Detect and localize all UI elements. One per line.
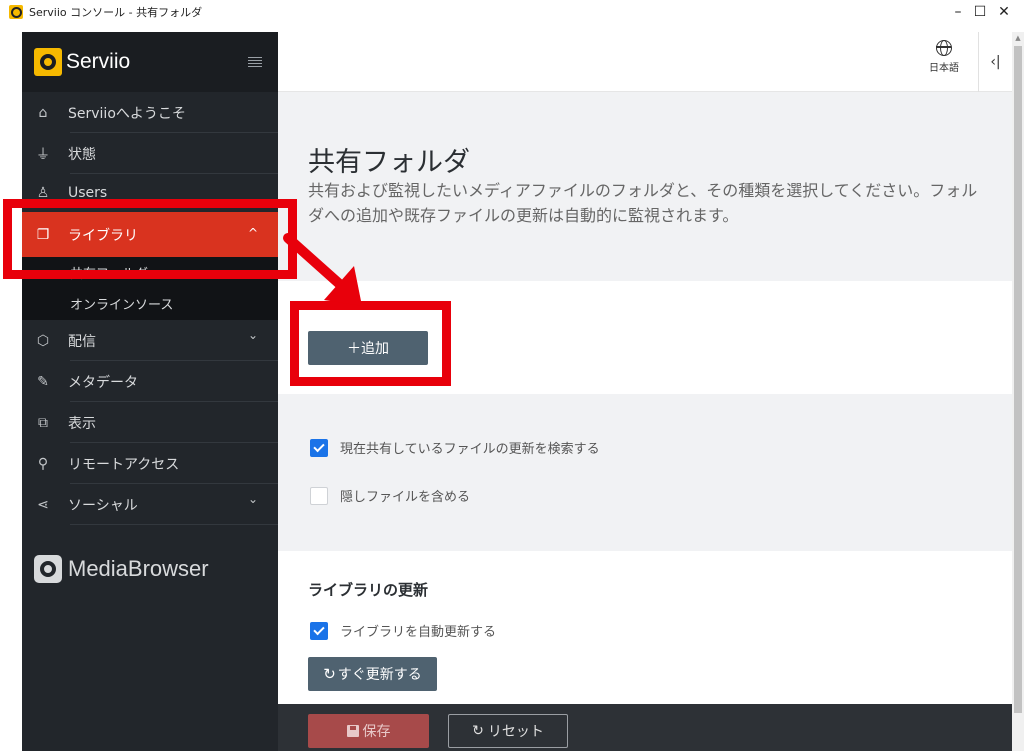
globe-icon [936,40,952,56]
auto-update-checkbox[interactable] [310,621,328,640]
sidebar-item-label: ソーシャル [68,497,138,514]
sidebar-item-social[interactable]: ⋖ ソーシャル ⌄ [22,484,278,525]
reset-button[interactable]: ↻ リセット [448,714,568,748]
brand-name: Serviio [66,50,131,73]
library-update-title: ライブラリの更新 [308,581,429,599]
box-icon: ⬡ [36,332,50,349]
sidebar-item-welcome[interactable]: ⌂ Serviioへようこそ [22,92,278,133]
options-section: 現在共有しているファイルの更新を検索する 隠しファイルを含める [278,394,1012,551]
floppy-disk-icon [346,725,359,737]
annotation-arrow-icon [283,233,362,306]
sidebar-menu: ⌂ Serviioへようこそ ⏚ 状態 ♙ Users ❐ ライブラリ ^ 共有… [22,92,278,525]
sidebar-item-label: リモートアクセス [68,456,180,473]
panel-collapse-icon[interactable]: ‹| [978,32,1012,92]
annotation-highlight-library [3,199,297,279]
sidebar-item-label: Serviioへようこそ [68,105,186,122]
vertical-scrollbar[interactable]: ▲ [1012,32,1024,751]
check-updates-label: 現在共有しているファイルの更新を検索する [340,442,600,457]
home-icon: ⌂ [38,104,48,121]
scroll-up-arrow-icon[interactable]: ▲ [1012,32,1024,44]
reset-label: リセット [487,724,544,740]
chevron-down-icon: ⌄ [247,328,258,342]
language-label: 日本語 [929,63,959,74]
sidebar-item-metadata[interactable]: ✎ メタデータ [22,361,278,402]
serviio-logo-icon [34,48,62,76]
main-content: 共有フォルダ 共有および監視したいメディアファイルのフォルダと、その種類を選択し… [278,92,1012,704]
hamburger-menu-icon[interactable] [248,56,262,68]
library-update-section: ライブラリの更新 ライブラリを自動更新する ↻ すぐ更新する [278,551,1012,704]
annotation-highlight-add [290,301,451,386]
divider [70,524,278,525]
refresh-icon: ↻ [323,665,336,683]
refresh-now-button[interactable]: ↻ すぐ更新する [308,657,437,691]
check-updates-checkbox[interactable] [310,438,328,457]
share-icon: ⋖ [37,496,49,513]
sidebar-item-label: 配信 [68,333,96,350]
sidebar-brand: Serviio [22,32,278,92]
page-title: 共有フォルダ [308,147,470,178]
plug-icon: ⏚ [36,146,50,163]
sidebar-item-delivery[interactable]: ⬡ 配信 ⌄ [22,320,278,361]
window-title: Serviio コンソール - 共有フォルダ [29,6,203,19]
include-hidden-label: 隠しファイルを含める [340,490,471,505]
language-selector[interactable]: 日本語 [926,38,962,74]
sidebar: Serviio ⌂ Serviioへようこそ ⏚ 状態 ♙ Users ❐ ライ… [22,32,278,751]
sidebar-item-status[interactable]: ⏚ 状態 [22,133,278,174]
include-hidden-checkbox[interactable] [310,486,328,505]
reset-icon: ↻ [472,723,484,739]
page-header: 共有フォルダ 共有および監視したいメディアファイルのフォルダと、その種類を選択し… [278,92,1012,281]
sidebar-item-label: 表示 [68,415,96,432]
edit-icon: ✎ [37,373,49,390]
sidebar-subitem-online-sources[interactable]: オンラインソース [22,287,278,320]
sidebar-item-label: 状態 [68,146,96,163]
sidebar-item-label: メタデータ [68,374,138,391]
mediabrowser-logo-icon [34,555,62,583]
top-header: 日本語 ‹| [278,32,1012,92]
mediabrowser-label: MediaBrowser [68,556,209,581]
action-footer: 保存 ↻ リセット [278,704,1012,751]
auto-update-label: ライブラリを自動更新する [340,625,497,640]
serviio-app-icon [9,5,23,19]
save-label: 保存 [362,724,391,740]
sidebar-item-remote-access[interactable]: ⚲ リモートアクセス [22,443,278,484]
display-icon: ⧉ [38,414,48,431]
refresh-now-label: すぐ更新する [337,667,422,683]
sidebar-item-display[interactable]: ⧉ 表示 [22,402,278,443]
save-button[interactable]: 保存 [308,714,429,748]
close-button[interactable]: ✕ [982,0,1024,24]
check-updates-option[interactable]: 現在共有しているファイルの更新を検索する [310,438,600,457]
remote-icon: ⚲ [37,455,49,472]
page-description: 共有および監視したいメディアファイルのフォルダと、その種類を選択してください。フ… [308,181,978,225]
mediabrowser-link[interactable]: MediaBrowser [22,555,278,583]
window-titlebar: Serviio コンソール - 共有フォルダ – ☐ ✕ [0,0,1024,24]
scroll-thumb[interactable] [1014,46,1022,713]
include-hidden-option[interactable]: 隠しファイルを含める [310,486,470,505]
chevron-down-icon: ⌄ [247,492,258,506]
auto-update-option[interactable]: ライブラリを自動更新する [310,621,496,640]
